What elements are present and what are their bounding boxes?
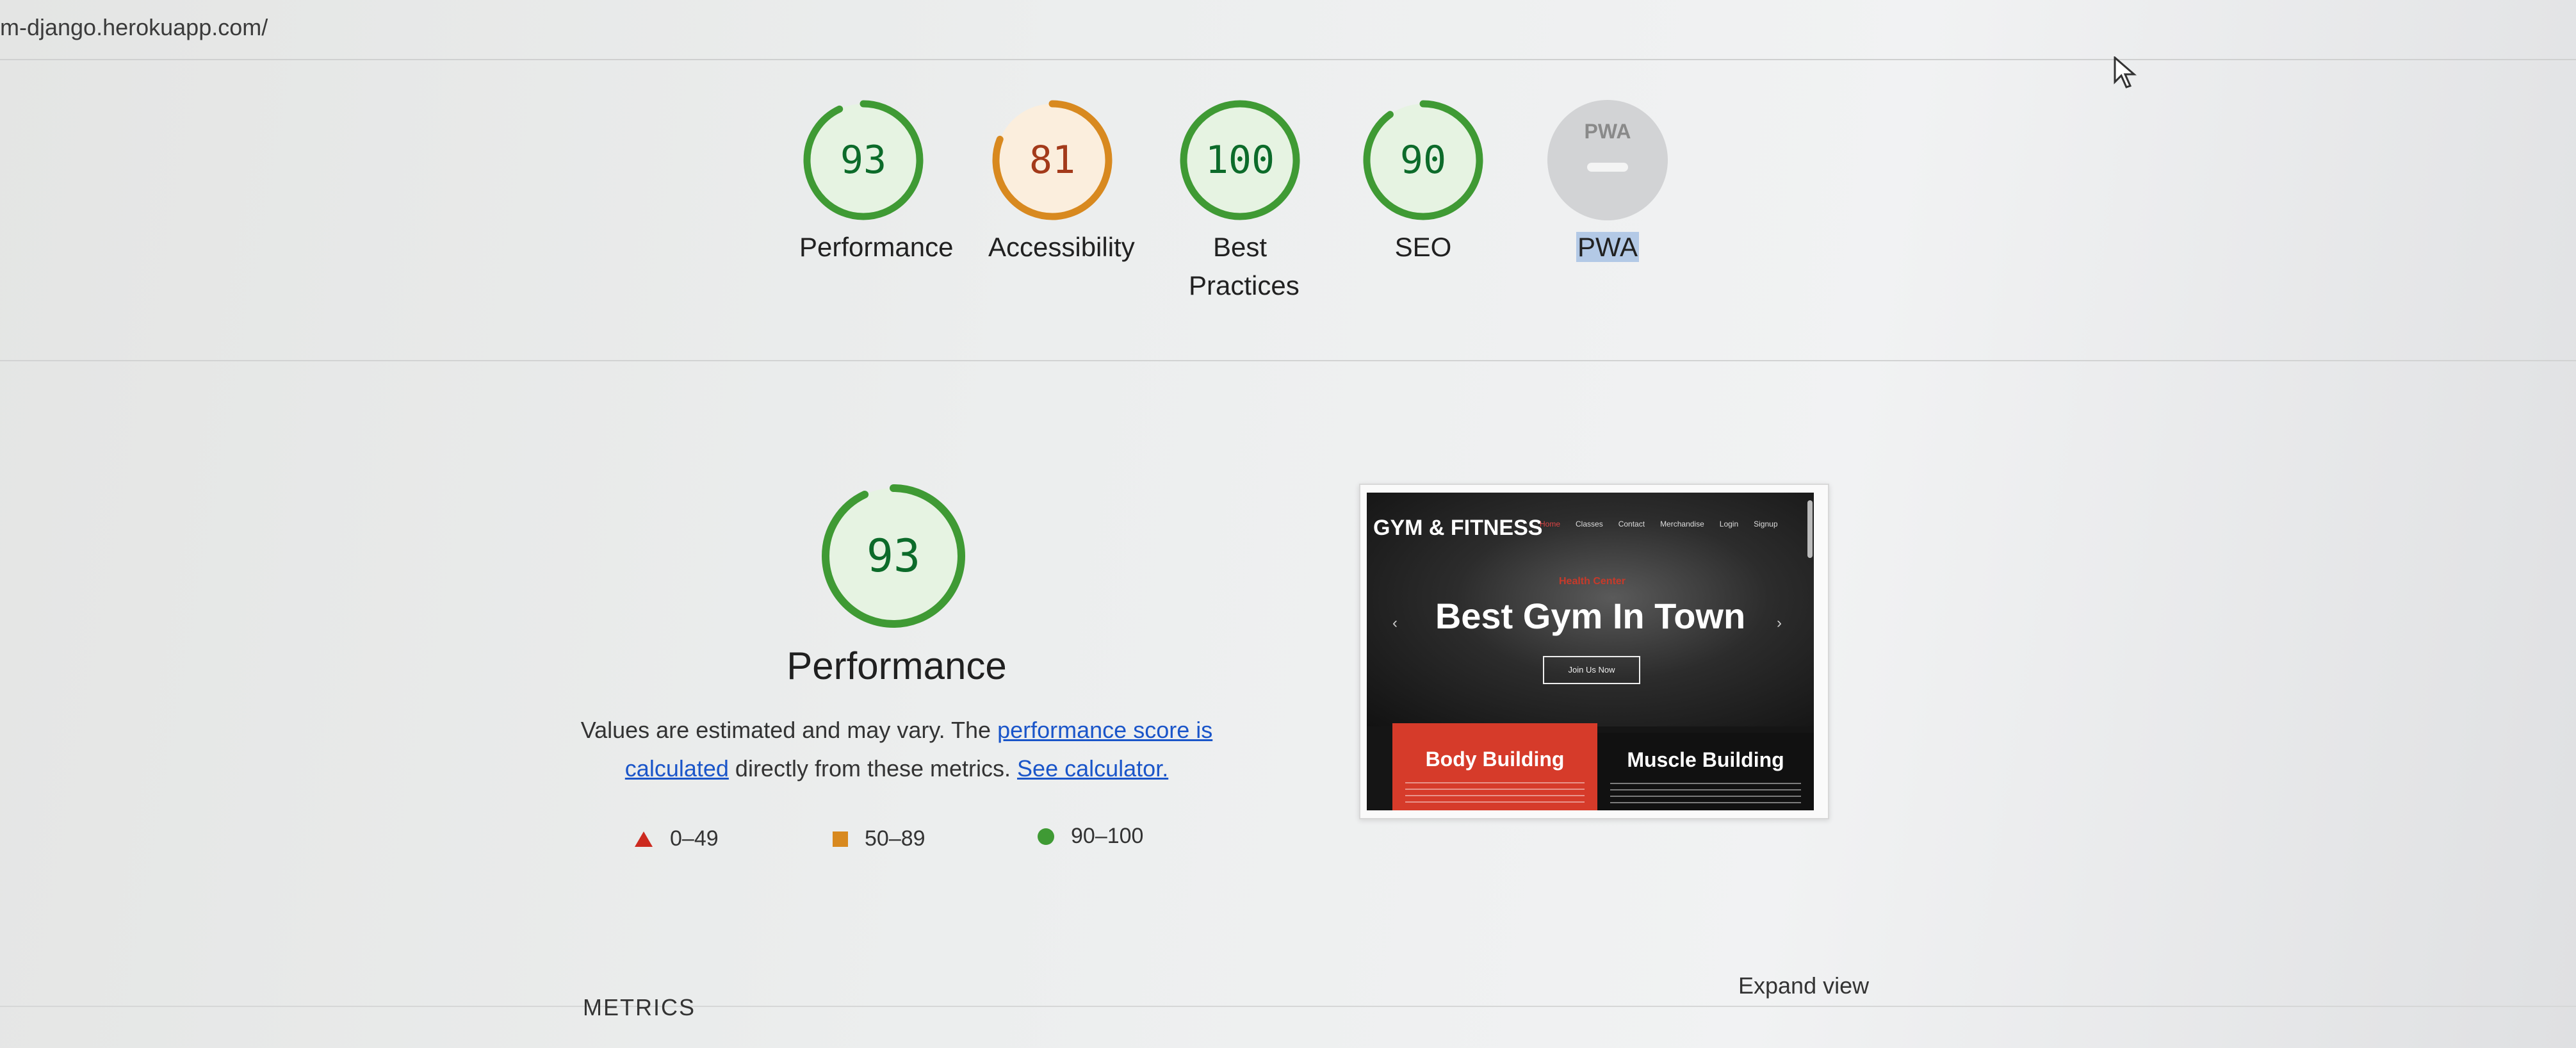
final-screenshot[interactable]: GYM & FITNESS Home Classes Contact Merch… <box>1359 484 1829 819</box>
circle-icon <box>1038 828 1054 845</box>
gym-nav: Home Classes Contact Merchandise Login S… <box>1540 520 1778 528</box>
gym-nav-item: Login <box>1719 520 1739 528</box>
hero-title: Best Gym In Town <box>1435 596 1746 636</box>
gauge-best-practices[interactable]: 100 Best Practices <box>1176 96 1304 305</box>
legend-pass: 90–100 <box>1038 824 1143 849</box>
gauge-seo[interactable]: 90 SEO <box>1359 96 1487 266</box>
mouse-cursor-icon <box>2114 56 2137 88</box>
gauge-pwa[interactable]: PWA PWA <box>1544 96 1672 266</box>
square-icon <box>833 831 848 847</box>
gym-site-preview: GYM & FITNESS Home Classes Contact Merch… <box>1367 493 1814 810</box>
legend-fail: 0–49 <box>634 826 719 851</box>
legend-average: 50–89 <box>833 826 925 851</box>
best-practices-label: Best Practices <box>1189 232 1300 300</box>
gym-logo: GYM & FITNESS <box>1373 516 1543 540</box>
card-body-building: Body Building <box>1392 723 1597 810</box>
accessibility-score-ring: 81 <box>992 100 1113 220</box>
url-text[interactable]: m-django.herokuapp.com/ <box>0 14 268 41</box>
gym-nav-item: Home <box>1540 520 1561 528</box>
chevron-left-icon: ‹ <box>1392 614 1398 632</box>
best-practices-score-ring: 100 <box>1180 100 1300 220</box>
chevron-right-icon: › <box>1777 614 1782 632</box>
metrics-heading: METRICS <box>583 994 696 1020</box>
gym-nav-item: Contact <box>1618 520 1645 528</box>
seo-score: 90 <box>1400 138 1446 183</box>
see-calculator-link[interactable]: See calculator. <box>1017 755 1168 782</box>
gym-nav-item: Classes <box>1576 520 1603 528</box>
card-muscle-building: Muscle Building <box>1597 733 1814 810</box>
best-practices-score: 100 <box>1205 138 1275 183</box>
pwa-badge-icon: PWA <box>1547 100 1668 220</box>
accessibility-score: 81 <box>1029 138 1075 183</box>
performance-score-ring: 93 <box>803 100 924 220</box>
metrics-divider <box>0 1006 2576 1007</box>
performance-heading: Performance <box>787 644 1007 687</box>
address-bar[interactable]: m-django.herokuapp.com/ <box>0 0 2576 60</box>
gym-nav-item: Signup <box>1754 520 1778 528</box>
pwa-label: PWA <box>1576 232 1640 262</box>
hero-button: Join Us Now <box>1543 656 1640 684</box>
seo-score-ring: 90 <box>1363 100 1483 220</box>
hero-subtitle: Health Center <box>1559 576 1626 587</box>
performance-description: Values are estimated and may vary. The p… <box>580 717 1213 782</box>
preview-scrollbar <box>1807 500 1813 558</box>
gauge-accessibility[interactable]: 81 Accessibility <box>988 96 1135 266</box>
expand-view-toggle[interactable]: Expand view <box>1738 972 1869 999</box>
performance-large-gauge: 93 <box>822 484 965 628</box>
section-divider <box>0 360 2576 361</box>
performance-label: Performance <box>799 232 954 262</box>
gym-nav-item: Merchandise <box>1660 520 1704 528</box>
seo-label: SEO <box>1394 232 1452 262</box>
pwa-badge-text: PWA <box>1585 120 1631 143</box>
performance-score: 93 <box>840 138 886 183</box>
triangle-icon <box>635 831 653 847</box>
accessibility-label: Accessibility <box>988 232 1135 262</box>
performance-large-score: 93 <box>867 530 920 582</box>
gauge-performance[interactable]: 93 Performance <box>799 96 954 266</box>
